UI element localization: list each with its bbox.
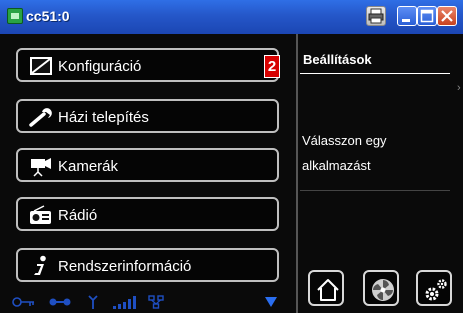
signal-bars-icon [113, 296, 136, 309]
minimize-button[interactable] [397, 6, 417, 26]
antenna-icon [88, 295, 98, 309]
radio-icon [30, 205, 51, 224]
status-bar [0, 291, 296, 313]
title-bar: cc51:0 [0, 0, 463, 34]
menu-label: Rendszerinformáció [58, 258, 192, 275]
network-icon [148, 295, 164, 309]
print-button[interactable] [366, 6, 386, 26]
menu-item-radio[interactable]: Rádió [16, 197, 279, 231]
menu-label: Rádió [58, 207, 98, 224]
fan-button[interactable] [363, 270, 399, 306]
key-icon [12, 297, 34, 307]
scroll-indicator-icon: › [457, 82, 461, 94]
panel-title: Beállítások [303, 52, 372, 67]
close-icon [441, 10, 453, 22]
close-button[interactable] [437, 6, 457, 26]
app-icon [7, 8, 23, 24]
menu-label: Kamerák [58, 158, 119, 175]
wrench-icon [29, 108, 52, 127]
minimize-icon [402, 19, 410, 22]
home-icon [317, 279, 339, 301]
scroll-down-icon[interactable] [265, 297, 277, 307]
menu-item-konfiguracio[interactable]: Konfiguráció 2 [16, 48, 280, 82]
notification-badge: 2 [264, 55, 280, 78]
panel-title-underline [300, 73, 450, 74]
menu-label: Házi telepítés [58, 109, 149, 126]
settings-button[interactable] [416, 270, 452, 306]
maximize-button[interactable] [417, 6, 437, 26]
menu-item-rendszerinformacio[interactable]: Rendszerinformáció [16, 248, 279, 282]
print-icon [368, 8, 384, 24]
camera-icon [31, 158, 51, 177]
menu-item-hazi-telepites[interactable]: Házi telepítés [16, 99, 279, 133]
panel-message: Válasszon egy alkalmazást [302, 133, 387, 173]
settings-gear-icon [425, 279, 447, 301]
maximize-icon [420, 9, 434, 23]
panel-divider [296, 34, 298, 313]
info-icon [34, 255, 46, 275]
fan-icon [372, 279, 394, 301]
menu-label: Konfiguráció [58, 58, 142, 75]
link-icon [49, 298, 71, 306]
menu-item-kamerak[interactable]: Kamerák [16, 148, 279, 182]
panel-separator [300, 190, 450, 191]
window-title: cc51:0 [26, 8, 70, 24]
config-icon [30, 57, 52, 75]
app-window: cc51:0 Konfiguráció 2 Házi telepítés Kam… [0, 0, 463, 313]
home-button[interactable] [308, 270, 344, 306]
